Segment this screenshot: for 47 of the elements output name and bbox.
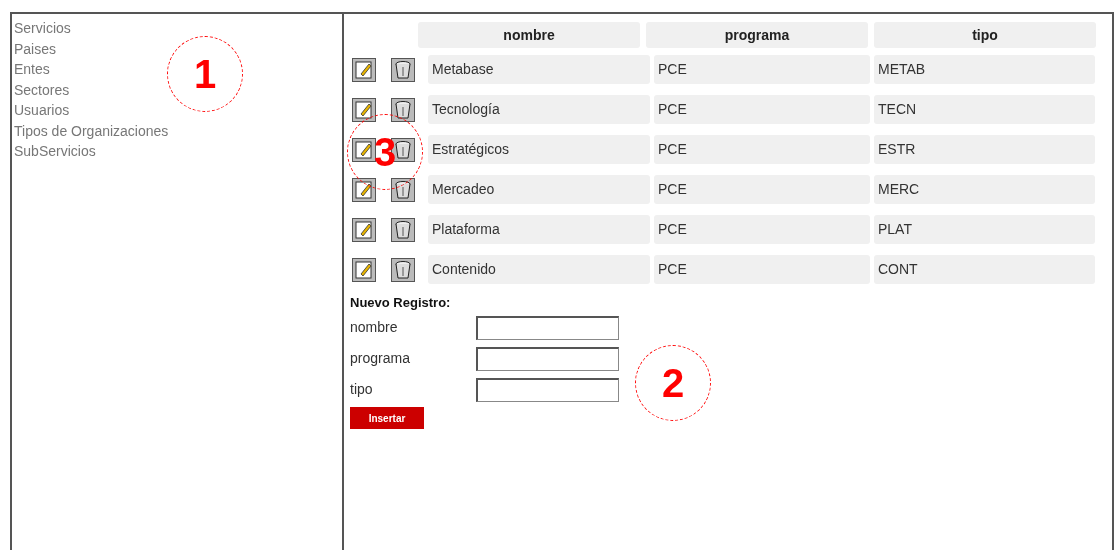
table-cell: Metabase (428, 55, 650, 84)
table-cell: PLAT (874, 215, 1095, 244)
table-cell: MERC (874, 175, 1095, 204)
field-label: programa (350, 349, 411, 368)
column-header: tipo (874, 22, 1096, 48)
input-field[interactable] (476, 377, 619, 402)
trash-icon[interactable] (391, 97, 415, 122)
edit-icon[interactable] (352, 177, 376, 202)
table-cell: METAB (874, 55, 1095, 84)
edit-icon[interactable] (352, 97, 376, 122)
table-cell: PCE (654, 255, 870, 284)
edit-icon[interactable] (352, 257, 376, 282)
table-cell: Tecnología (428, 95, 650, 124)
table-cell: Estratégicos (428, 135, 650, 164)
form-title: Nuevo Registro: (350, 294, 452, 312)
insert-button[interactable]: Insertar (350, 407, 424, 429)
sidebar-link[interactable]: Usuarios (14, 100, 70, 121)
sidebar-link[interactable]: SubServicios (14, 141, 96, 162)
sidebar-link[interactable]: Tipos de Organizaciones (14, 120, 169, 141)
table-cell: CONT (874, 255, 1095, 284)
input-field[interactable] (476, 346, 619, 371)
table-cell: Plataforma (428, 215, 650, 244)
sidebar-link[interactable]: Sectores (14, 79, 70, 100)
trash-icon[interactable] (391, 257, 415, 282)
table-cell: Contenido (428, 255, 650, 284)
table-cell: Mercadeo (428, 175, 650, 204)
sidebar-link[interactable]: Entes (14, 59, 50, 80)
table-cell: PCE (654, 55, 870, 84)
sidebar-link[interactable]: Paises (14, 38, 57, 59)
sidebar-link[interactable]: Servicios (14, 18, 71, 39)
trash-icon[interactable] (391, 57, 415, 82)
table-cell: TECN (874, 95, 1095, 124)
table-cell: PCE (654, 135, 870, 164)
input-field[interactable] (476, 315, 619, 340)
field-label: tipo (350, 380, 374, 399)
trash-icon[interactable] (391, 177, 415, 202)
field-label: nombre (350, 318, 399, 337)
table-cell: ESTR (874, 135, 1095, 164)
edit-icon[interactable] (352, 137, 376, 162)
trash-icon[interactable] (391, 217, 415, 242)
table-cell: PCE (654, 95, 870, 124)
column-header: programa (646, 22, 868, 48)
edit-icon[interactable] (352, 57, 376, 82)
table-cell: PCE (654, 175, 870, 204)
column-header: nombre (418, 22, 640, 48)
edit-icon[interactable] (352, 217, 376, 242)
table-cell: PCE (654, 215, 870, 244)
